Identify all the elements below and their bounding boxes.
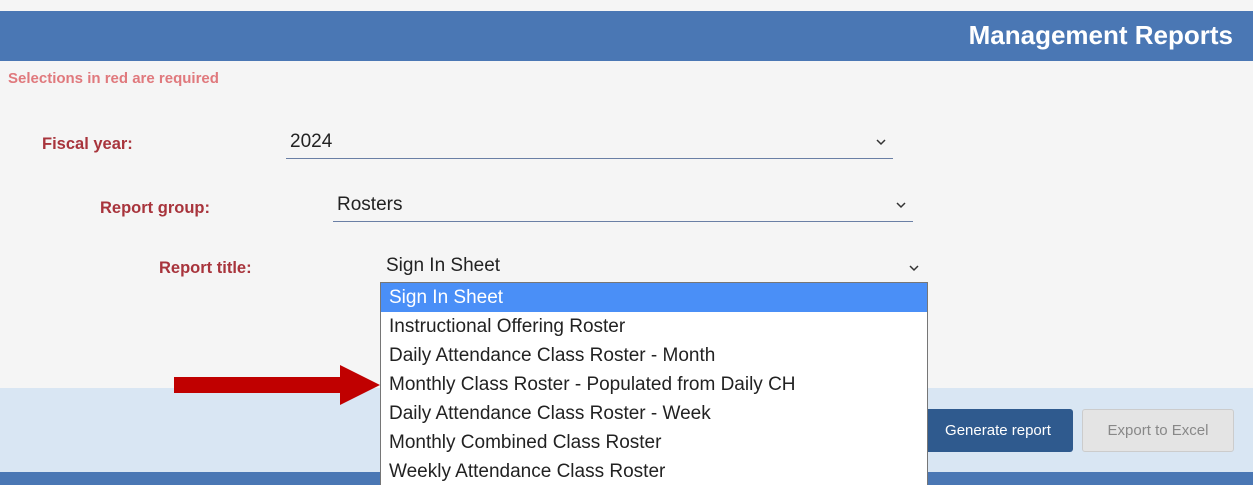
report-title-label: Report title:	[159, 259, 252, 277]
dropdown-option[interactable]: Sign In Sheet	[381, 283, 927, 312]
dropdown-option[interactable]: Monthly Class Roster - Populated from Da…	[381, 370, 927, 399]
dropdown-option[interactable]: Daily Attendance Class Roster - Week	[381, 399, 927, 428]
report-title-value: Sign In Sheet	[386, 255, 501, 276]
management-reports-page: Management Reports Selections in red are…	[0, 0, 1253, 485]
fiscal-year-value: 2024	[290, 131, 333, 152]
dropdown-option[interactable]: Instructional Offering Roster	[381, 312, 927, 341]
chevron-down-icon	[896, 202, 906, 209]
header-bar: Management Reports	[0, 11, 1253, 61]
chevron-down-icon	[876, 139, 886, 146]
red-arrow-annotation	[174, 365, 380, 405]
report-group-label: Report group:	[100, 199, 210, 217]
report-group-select[interactable]: Rosters	[333, 193, 913, 222]
fiscal-year-select[interactable]: 2024	[286, 130, 893, 159]
dropdown-option[interactable]: Monthly Combined Class Roster	[381, 428, 927, 457]
required-note: Selections in red are required	[8, 70, 219, 87]
report-title-dropdown-list[interactable]: Sign In Sheet Instructional Offering Ros…	[380, 282, 928, 485]
report-title-select[interactable]: Sign In Sheet	[380, 254, 928, 282]
fiscal-year-label: Fiscal year:	[42, 135, 133, 153]
dropdown-option[interactable]: Weekly Attendance Class Roster	[381, 457, 927, 485]
generate-report-button[interactable]: Generate report	[923, 409, 1073, 452]
chevron-down-icon	[909, 265, 919, 272]
export-to-excel-button[interactable]: Export to Excel	[1082, 409, 1234, 452]
page-title: Management Reports	[968, 20, 1233, 50]
dropdown-option[interactable]: Daily Attendance Class Roster - Month	[381, 341, 927, 370]
report-group-value: Rosters	[337, 194, 403, 215]
